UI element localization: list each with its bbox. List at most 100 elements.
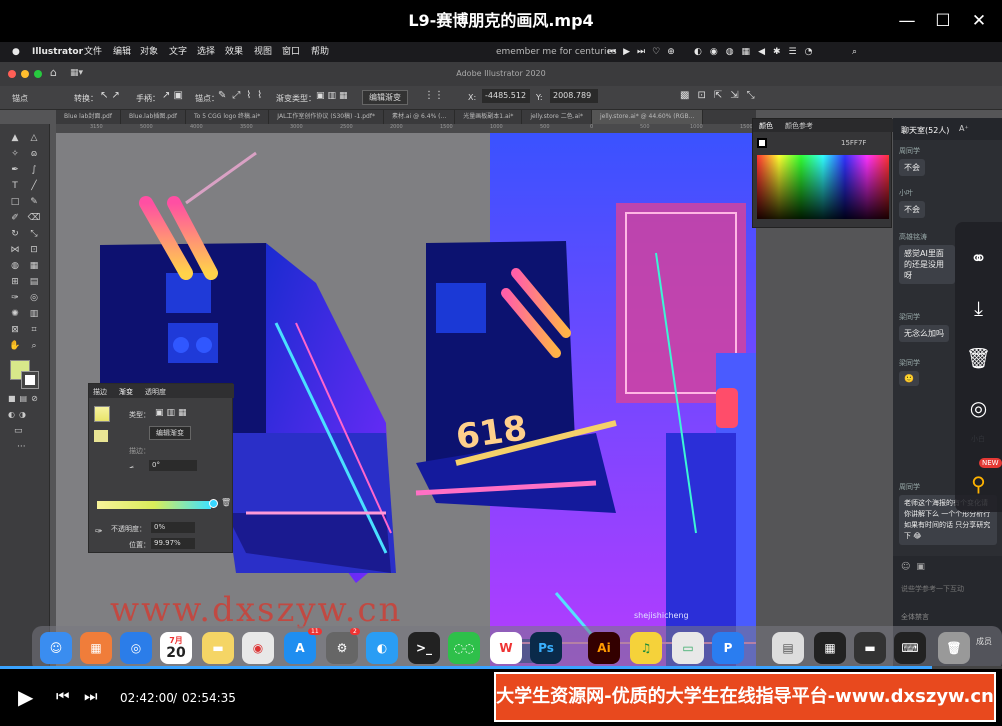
- eye-icon[interactable]: ◎: [955, 388, 1002, 428]
- color-guide-tab[interactable]: 颜色参考: [785, 121, 813, 131]
- gradient-preview-swatch[interactable]: [94, 406, 110, 422]
- convert-point-icon[interactable]: ↖ ↗: [100, 90, 120, 101]
- menu-effect[interactable]: 效果: [225, 42, 243, 62]
- panel-tab-stroke[interactable]: 描边: [93, 387, 107, 397]
- promo-banner[interactable]: 大学生资源网-优质的大学生在线指导平台-www.dxszyw.cn: [494, 672, 996, 722]
- eraser-tool-icon[interactable]: ⌫: [27, 212, 41, 225]
- menu-select[interactable]: 选择: [197, 42, 215, 62]
- type-tool-icon[interactable]: T: [8, 180, 22, 193]
- keyboard-icon[interactable]: ⌨: [894, 632, 926, 664]
- wechat-icon[interactable]: ◌◌: [448, 632, 480, 664]
- close-icon[interactable]: ✕: [966, 8, 992, 34]
- menu-object[interactable]: 对象: [140, 42, 158, 62]
- menu-edit[interactable]: 编辑: [113, 42, 131, 62]
- width-tool-icon[interactable]: ⋈: [8, 244, 22, 257]
- eyedropper-icon[interactable]: ✑: [8, 292, 22, 305]
- angle-input[interactable]: 0°: [149, 460, 197, 471]
- direct-selection-tool-icon[interactable]: △: [27, 132, 41, 145]
- share-icon[interactable]: ⚭: [955, 238, 1002, 278]
- position-input[interactable]: 99.97%: [151, 538, 195, 549]
- gradient-type-icon[interactable]: ▣▥▦: [316, 91, 351, 101]
- hand-tool-icon[interactable]: ✋: [8, 340, 22, 353]
- safari-icon[interactable]: ◎: [120, 632, 152, 664]
- gradient-stop[interactable]: [209, 499, 218, 508]
- color-spectrum[interactable]: [757, 155, 889, 219]
- pen-tool-icon[interactable]: ✒: [8, 164, 22, 177]
- calendar-icon[interactable]: 7月 20: [160, 632, 192, 664]
- illustrator-icon[interactable]: Ai: [588, 632, 620, 664]
- rotate-tool-icon[interactable]: ↻: [8, 228, 22, 241]
- transform-icons[interactable]: ▩⊡⇱⇲⤡: [680, 90, 763, 101]
- terminal-icon[interactable]: >_: [408, 632, 440, 664]
- line-tool-icon[interactable]: ╱: [27, 180, 41, 193]
- shaper-tool-icon[interactable]: ✐: [8, 212, 22, 225]
- window-thumb-icon[interactable]: ▬: [854, 632, 886, 664]
- browser-icon[interactable]: ◐: [366, 632, 398, 664]
- magic-wand-icon[interactable]: ✧: [8, 148, 22, 161]
- panel-tab-transparency[interactable]: 透明度: [145, 387, 166, 397]
- gradient-tool-icon[interactable]: ▤: [27, 276, 41, 289]
- app-store-icon[interactable]: A: [284, 632, 316, 664]
- launchpad-icon[interactable]: ▦: [80, 632, 112, 664]
- system-preferences-icon[interactable]: ⚙: [326, 632, 358, 664]
- more-tools-icon[interactable]: ···: [17, 442, 26, 452]
- delete-stop-icon[interactable]: 🗑: [221, 498, 231, 507]
- zoom-tool-icon[interactable]: ⌕: [27, 340, 41, 353]
- music-icon[interactable]: ♫: [630, 632, 662, 664]
- color-mode-icons[interactable]: ■▤⊘: [8, 394, 42, 403]
- brush-tool-icon[interactable]: ✎: [27, 196, 41, 209]
- menu-window[interactable]: 窗口: [282, 42, 300, 62]
- anchor-actions-icon[interactable]: ✎⤢⌇⌇: [218, 90, 268, 101]
- wps-icon[interactable]: W: [490, 632, 522, 664]
- eyedropper-icon[interactable]: ✑: [95, 527, 103, 537]
- pdf-reader-icon[interactable]: P: [712, 632, 744, 664]
- lasso-icon[interactable]: ɷ: [27, 148, 41, 161]
- hex-value[interactable]: 15FF7F: [841, 139, 866, 147]
- screenshot-icon[interactable]: ▦: [814, 632, 846, 664]
- chat-input[interactable]: 说些学参考一下互动: [901, 584, 964, 594]
- next-icon[interactable]: ⏭: [84, 687, 98, 705]
- doc-tab[interactable]: 素材.ai @ 6.4% (...: [384, 110, 456, 124]
- trash-icon[interactable]: 🗑: [938, 632, 970, 664]
- slice-tool-icon[interactable]: ⌗: [27, 324, 41, 337]
- rectangle-tool-icon[interactable]: □: [8, 196, 22, 209]
- edit-gradient-panel-button[interactable]: 编辑渐变: [149, 426, 191, 440]
- media-controls-icon[interactable]: ⏮▶⏭♡⊕: [608, 42, 682, 62]
- doc-tab[interactable]: jelly.store 二色.ai*: [522, 110, 592, 124]
- align-icon[interactable]: ⋮⋮: [424, 90, 444, 101]
- gradient-slider[interactable]: [97, 501, 211, 509]
- shape-builder-icon[interactable]: ◍: [8, 260, 22, 273]
- color-fill-swatch[interactable]: [757, 138, 767, 148]
- draw-mode-icons[interactable]: ◐◑: [8, 410, 30, 419]
- photoshop-icon[interactable]: Ps: [530, 632, 562, 664]
- play-icon[interactable]: ▶: [18, 685, 33, 709]
- mute-all-toggle[interactable]: 全体禁言: [901, 612, 929, 622]
- delete-icon[interactable]: 🗑: [955, 338, 1002, 378]
- blend-tool-icon[interactable]: ◎: [27, 292, 41, 305]
- x-input[interactable]: -4485.512: [482, 89, 530, 103]
- menu-view[interactable]: 视图: [254, 42, 272, 62]
- artboard-tool-icon[interactable]: ⊠: [8, 324, 22, 337]
- doc-tab-active[interactable]: jelly.store.ai* @ 44.60% (RGB...: [591, 110, 704, 124]
- graph-tool-icon[interactable]: ▥: [27, 308, 41, 321]
- doc-tab[interactable]: JAL工作室创作协议 (S30稿) -1.pdf*: [269, 110, 384, 124]
- perspective-grid-icon[interactable]: ▦: [27, 260, 41, 273]
- stroke-swatch[interactable]: [22, 372, 38, 388]
- apple-icon[interactable]: ●: [12, 42, 20, 62]
- opacity-input[interactable]: 0%: [151, 522, 195, 533]
- emoji-icon[interactable]: ☺▣: [901, 562, 931, 572]
- status-icons[interactable]: ◐◉◍▦◀✱☰◔: [694, 42, 820, 62]
- panel-tab-gradient[interactable]: 渐变: [119, 387, 133, 397]
- menu-file[interactable]: 文件: [84, 42, 102, 62]
- screen-mode-icon[interactable]: ▭: [14, 426, 23, 436]
- doc-tab[interactable]: 光量画板副本1.ai*: [455, 110, 523, 124]
- notes-icon[interactable]: ▬: [202, 632, 234, 664]
- menu-help[interactable]: 帮助: [311, 42, 329, 62]
- pin-icon[interactable]: ⚲: [955, 464, 1002, 504]
- font-size-button[interactable]: A⁺: [959, 124, 969, 133]
- selection-tool-icon[interactable]: ▲: [8, 132, 22, 145]
- maximize-icon[interactable]: ☐: [930, 8, 956, 34]
- finder-icon[interactable]: ☺: [40, 632, 72, 664]
- fill-stroke-toggle[interactable]: [94, 430, 108, 442]
- search-icon[interactable]: ⌕: [852, 42, 857, 62]
